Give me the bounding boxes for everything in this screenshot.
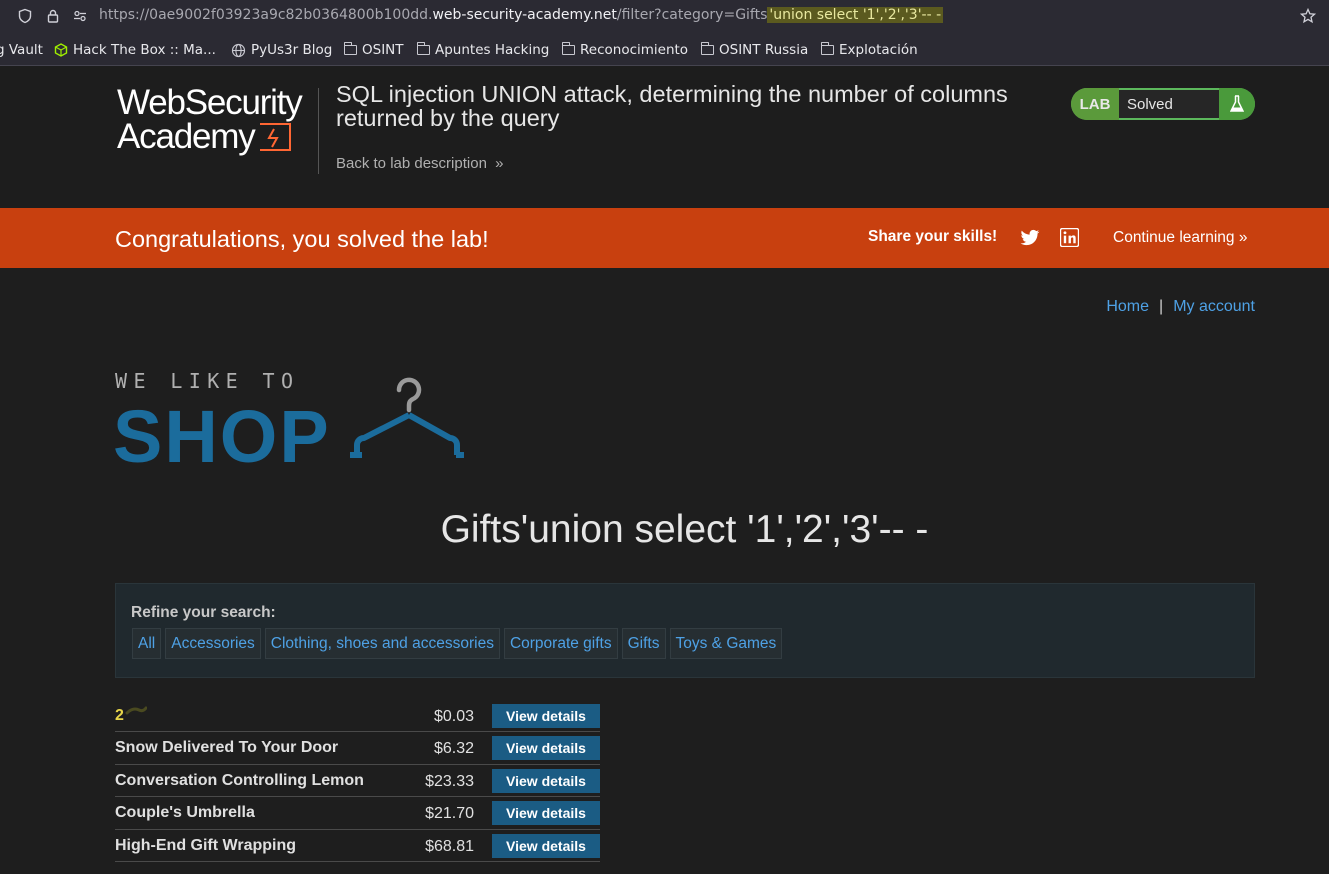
page-heading: Gifts'union select '1','2','3'-- - bbox=[440, 508, 929, 551]
bookmark-label: Explotación bbox=[839, 42, 918, 58]
shop-wordmark: SHOP bbox=[113, 395, 331, 478]
product-name: Conversation Controlling Lemon bbox=[115, 771, 364, 789]
folder-icon bbox=[700, 42, 714, 55]
double-chevron-right-icon: » bbox=[1238, 229, 1248, 246]
folder-icon bbox=[820, 42, 834, 55]
refine-search-panel: Refine your search: All Accessories Clot… bbox=[115, 583, 1255, 678]
lock-icon[interactable] bbox=[45, 8, 61, 24]
category-clothing[interactable]: Clothing, shoes and accessories bbox=[264, 628, 500, 659]
product-price: $6.32 bbox=[433, 740, 474, 758]
lab-title: SQL injection UNION attack, determining … bbox=[336, 81, 1008, 131]
url-host: web-security-academy.net bbox=[432, 7, 617, 23]
htb-cube-icon bbox=[54, 43, 68, 57]
bookmark-folder-osint[interactable]: OSINT bbox=[343, 42, 404, 58]
logo-line1: WebSecurity bbox=[117, 83, 303, 122]
permissions-icon[interactable] bbox=[72, 8, 88, 24]
category-corporate-gifts[interactable]: Corporate gifts bbox=[503, 628, 618, 659]
congratulations-banner: Congratulations, you solved the lab! Sha… bbox=[0, 208, 1329, 268]
view-details-button[interactable]: View details bbox=[492, 801, 600, 826]
logo-bolt-icon bbox=[259, 123, 291, 151]
share-skills-label: Share your skills! bbox=[868, 228, 998, 245]
product-price: $0.03 bbox=[433, 708, 474, 725]
category-all[interactable]: All bbox=[132, 628, 162, 659]
bookmark-label: PyUs3r Blog bbox=[251, 42, 333, 58]
table-row: Snow Delivered To Your Door $6.32 View d… bbox=[115, 732, 600, 765]
shield-icon[interactable] bbox=[17, 8, 33, 24]
bookmark-label: OSINT Russia bbox=[719, 42, 809, 58]
bookmarks-bar: g Vault Hack The Box :: Ma... PyUs3r Blo… bbox=[0, 32, 1329, 66]
table-row: 2 $0.03 View details bbox=[115, 700, 600, 733]
bookmark-folder-explotacion[interactable]: Explotación bbox=[820, 42, 918, 58]
product-name: 2 bbox=[115, 707, 124, 724]
browser-url-bar[interactable]: https://0ae9002f03923a9c82b0364800b100dd… bbox=[0, 0, 1329, 32]
refine-label: Refine your search: bbox=[131, 604, 276, 621]
linkedin-icon[interactable] bbox=[1060, 228, 1079, 247]
url-highlight: 'union select '1','2','3'-- - bbox=[767, 7, 944, 23]
lab-tag: LAB bbox=[1071, 88, 1119, 120]
logo-line2: Academy bbox=[117, 117, 256, 156]
twitter-icon[interactable] bbox=[1020, 229, 1040, 247]
header-divider bbox=[318, 88, 319, 174]
folder-icon bbox=[416, 42, 430, 55]
product-price: $23.33 bbox=[425, 772, 474, 790]
my-account-link[interactable]: My account bbox=[1173, 298, 1255, 315]
bookmark-label: Hack The Box :: Ma... bbox=[73, 42, 216, 58]
category-accessories[interactable]: Accessories bbox=[165, 628, 261, 659]
bookmark-folder-apuntes[interactable]: Apuntes Hacking bbox=[416, 42, 550, 58]
bookmark-pyus3r[interactable]: PyUs3r Blog bbox=[231, 42, 332, 58]
product-table: 2 $0.03 View details Snow Delivered To Y… bbox=[115, 700, 600, 862]
bookmark-hackthebox[interactable]: Hack The Box :: Ma... bbox=[54, 42, 216, 58]
folder-icon bbox=[561, 42, 575, 55]
lab-header: WebSecurity Academy SQL injection UNION … bbox=[0, 66, 1329, 208]
bookmark-folder-osint-russia[interactable]: OSINT Russia bbox=[700, 42, 809, 58]
bookmark-vault[interactable]: g Vault bbox=[0, 42, 43, 58]
view-details-button[interactable]: View details bbox=[492, 833, 600, 858]
product-price: $68.81 bbox=[425, 837, 474, 855]
congratulations-message: Congratulations, you solved the lab! bbox=[115, 226, 489, 252]
url-path: /filter?category=Gifts bbox=[616, 7, 768, 23]
category-filters: All Accessories Clothing, shoes and acce… bbox=[132, 628, 783, 659]
back-to-lab-description-link[interactable]: Back to lab description » bbox=[336, 155, 503, 172]
double-chevron-right-icon: » bbox=[495, 155, 504, 172]
globe-icon bbox=[231, 43, 246, 57]
home-link[interactable]: Home bbox=[1106, 298, 1149, 315]
product-name: Couple's Umbrella bbox=[115, 804, 255, 822]
product-price: $21.70 bbox=[425, 805, 474, 823]
continue-learning-link[interactable]: Continue learning » bbox=[1113, 229, 1247, 247]
hanger-icon bbox=[350, 377, 464, 458]
bookmark-folder-reconocimiento[interactable]: Reconocimiento bbox=[561, 42, 689, 58]
flask-icon bbox=[1219, 88, 1255, 120]
shop-tagline: WE LIKE TO bbox=[115, 369, 300, 393]
bookmark-label: Apuntes Hacking bbox=[435, 42, 550, 58]
category-toys-games[interactable]: Toys & Games bbox=[669, 628, 783, 659]
back-link-label: Back to lab description bbox=[336, 155, 487, 172]
view-details-button[interactable]: View details bbox=[492, 704, 600, 728]
lab-status-text: Solved bbox=[1119, 90, 1219, 118]
continue-learning-label: Continue learning bbox=[1113, 229, 1235, 246]
bookmark-label: OSINT bbox=[362, 42, 404, 58]
category-gifts[interactable]: Gifts bbox=[621, 628, 666, 659]
url-prefix: https://0ae9002f03923a9c82b0364800b100dd… bbox=[99, 7, 433, 23]
bookmark-star-icon[interactable] bbox=[1300, 8, 1316, 24]
bookmark-label: g Vault bbox=[0, 42, 43, 58]
scribble-mark-icon bbox=[125, 706, 147, 715]
top-nav: Home | My account bbox=[1106, 298, 1255, 316]
table-row: Conversation Controlling Lemon $23.33 Vi… bbox=[115, 765, 600, 798]
table-row: Couple's Umbrella $21.70 View details bbox=[115, 797, 600, 830]
product-name: Snow Delivered To Your Door bbox=[115, 739, 339, 757]
nav-separator: | bbox=[1159, 298, 1164, 315]
product-name: High-End Gift Wrapping bbox=[115, 836, 297, 854]
bookmark-label: Reconocimiento bbox=[580, 42, 689, 58]
table-row: High-End Gift Wrapping $68.81 View detai… bbox=[115, 830, 600, 862]
url-text[interactable]: https://0ae9002f03923a9c82b0364800b100dd… bbox=[99, 7, 944, 23]
view-details-button[interactable]: View details bbox=[492, 768, 600, 793]
folder-icon bbox=[343, 42, 357, 55]
web-security-academy-logo[interactable]: WebSecurity Academy bbox=[117, 83, 317, 158]
view-details-button[interactable]: View details bbox=[492, 736, 600, 761]
lab-status-badge: LAB Solved bbox=[1071, 88, 1255, 120]
